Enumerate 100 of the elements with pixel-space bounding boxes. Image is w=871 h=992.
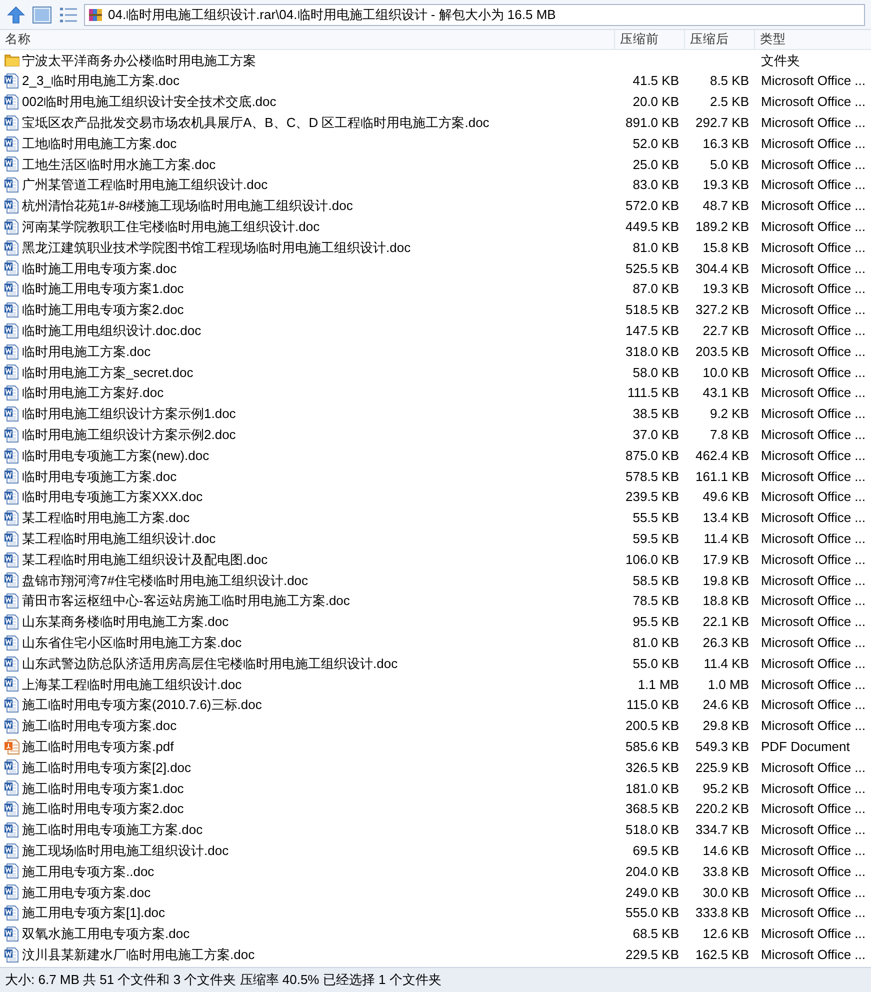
compressed-size: 19.8 KB — [702, 572, 749, 590]
file-name[interactable]: 临时用电专项施工方案(new).doc — [22, 446, 210, 466]
compressed-size: 2.5 KB — [710, 93, 749, 112]
column-header[interactable]: 压缩后 — [685, 30, 755, 49]
file-type: Microsoft Office ... — [761, 302, 866, 318]
word-document-icon — [4, 697, 20, 714]
column-header[interactable]: 压缩前 — [615, 30, 685, 49]
file-name[interactable]: 临时施工用电专项方案1.doc — [22, 279, 184, 299]
word-document-icon — [4, 136, 20, 152]
file-name[interactable]: 某工程临时用电施工组织设计及配电图.doc — [22, 550, 268, 570]
word-document-icon — [4, 676, 20, 692]
original-size: 20.0 KB — [632, 93, 679, 112]
original-size: 58.5 KB — [632, 572, 679, 590]
file-name[interactable]: 临时用电施工方案好.doc — [22, 383, 164, 403]
compressed-size: 18.8 KB — [702, 592, 749, 610]
word-document-icon — [4, 656, 20, 672]
file-name[interactable]: 临时用电施工方案.doc — [22, 342, 151, 362]
file-name[interactable]: 施工临时用电专项施工方案.doc — [22, 820, 203, 840]
file-name[interactable]: 2_3_临时用电施工方案.doc — [22, 71, 180, 91]
word-document-icon — [4, 842, 20, 859]
file-type: Microsoft Office ... — [761, 281, 866, 296]
word-document-icon — [4, 344, 20, 360]
original-size: 518.0 KB — [626, 821, 679, 840]
file-name[interactable]: 盘锦市翔河湾7#住宅楼临时用电施工组织设计.doc — [22, 570, 308, 590]
file-type: Microsoft Office ... — [761, 385, 866, 400]
original-size: 1.1 MB — [638, 676, 679, 694]
file-name[interactable]: 临时用电施工组织设计方案示例1.doc — [22, 404, 236, 424]
original-size: 115.0 KB — [626, 696, 679, 714]
file-name[interactable]: 汶川县某新建水厂临时用电施工方案.doc — [22, 944, 255, 964]
file-name[interactable]: 山东武警边防总队济适用房高层住宅楼临时用电施工组织设计.doc — [22, 654, 398, 674]
file-name[interactable]: 工地生活区临时用水施工方案.doc — [22, 154, 216, 174]
compressed-size: 95.2 KB — [702, 780, 749, 798]
file-name[interactable]: 临时施工用电专项方案.doc — [22, 258, 177, 278]
file-name[interactable]: 施工用电专项方案[1].doc — [22, 903, 166, 923]
file-name[interactable]: 临时施工用电组织设计.doc.doc — [22, 321, 202, 340]
file-name[interactable]: 广州某管道工程临时用电施工组织设计.doc — [22, 175, 268, 195]
compressed-size: 7.8 KB — [710, 426, 749, 444]
original-size: 58.0 KB — [632, 364, 679, 382]
word-document-icon — [4, 530, 20, 547]
file-name[interactable]: 宁波太平洋商务办公楼临时用电施工方案 — [22, 50, 256, 70]
file-name[interactable]: 工地临时用电施工方案.doc — [22, 134, 177, 154]
file-name[interactable]: 施工用电专项方案.doc — [22, 882, 151, 902]
compressed-size: 225.9 KB — [696, 758, 749, 777]
file-name[interactable]: 临时用电施工方案_secret.doc — [22, 362, 194, 382]
file-type: Microsoft Office ... — [761, 115, 866, 130]
file-name[interactable]: 双氧水施工用电专项方案.doc — [22, 924, 190, 944]
original-size: 41.5 KB — [632, 72, 679, 90]
file-name[interactable]: 施工临时用电专项方案(2010.7.6)三标.doc — [22, 695, 262, 715]
file-name[interactable]: 某工程临时用电施工组织设计.doc — [22, 528, 216, 548]
address-bar[interactable]: 04.临时用电施工组织设计.rar\04.临时用电施工组织设计 - 解包大小为 16.5 MB — [84, 4, 865, 26]
column-header[interactable]: 类型 — [755, 30, 871, 49]
file-type: Microsoft Office ... — [761, 177, 866, 192]
word-document-icon — [4, 468, 20, 484]
file-name[interactable]: 临时用电专项施工方案XXX.doc — [22, 487, 203, 507]
word-document-icon — [4, 302, 20, 318]
word-document-icon — [4, 94, 20, 110]
original-size: 572.0 KB — [626, 197, 679, 216]
original-size: 368.5 KB — [626, 800, 679, 818]
column-header[interactable]: 名称 — [0, 30, 615, 49]
file-name[interactable]: 山东省住宅小区临时用电施工方案.doc — [22, 632, 242, 652]
file-name[interactable]: 施工临时用电专项方案2.doc — [22, 799, 184, 819]
original-size: 585.6 KB — [626, 738, 679, 756]
original-size: 81.0 KB — [632, 634, 679, 652]
file-name[interactable]: 莆田市客运枢纽中心-客运站房施工临时用电施工方案.doc — [22, 591, 350, 611]
file-type: Microsoft Office ... — [761, 801, 866, 816]
file-name[interactable]: 施工用电专项方案..doc — [22, 862, 154, 882]
file-type: Microsoft Office ... — [761, 344, 866, 359]
file-name[interactable]: 山东某商务楼临时用电施工方案.doc — [22, 612, 229, 632]
status-text: 大小: 6.7 MB 共 51 个文件和 3 个文件夹 压缩率 40.5% 已经选择 1 个文件夹 — [5, 971, 442, 990]
file-name[interactable]: 002临时用电施工组织设计安全技术交底.doc — [22, 92, 276, 112]
file-name[interactable]: 临时用电专项施工方案.doc — [22, 466, 177, 486]
original-size: 249.0 KB — [626, 884, 679, 902]
file-name[interactable]: 施工临时用电专项方案[2].doc — [22, 758, 192, 778]
file-type: Microsoft Office ... — [761, 634, 866, 650]
file-name[interactable]: 上海某工程临时用电施工组织设计.doc — [22, 674, 242, 694]
archive-icon — [88, 6, 104, 22]
file-type: 文件夹 — [761, 52, 800, 68]
pdf-document-icon — [4, 738, 20, 755]
original-size: 55.0 KB — [632, 654, 679, 673]
original-size: 83.0 KB — [632, 176, 679, 194]
file-name[interactable]: 河南某学院教职工住宅楼临时用电施工组织设计.doc — [22, 217, 320, 237]
list-view-icon[interactable] — [58, 6, 78, 24]
file-type: Microsoft Office ... — [761, 156, 866, 172]
file-name[interactable]: 黑龙江建筑职业技术学院图书馆工程现场临时用电施工组织设计.doc — [22, 238, 411, 258]
file-name[interactable]: 临时用电施工组织设计方案示例2.doc — [22, 424, 236, 444]
file-name[interactable]: 临时施工用电专项方案2.doc — [22, 300, 184, 320]
window-view-icon[interactable] — [32, 6, 52, 24]
file-name[interactable]: 杭州清怡花苑1#-8#楼施工现场临时用电施工组织设计.doc — [22, 196, 353, 216]
file-name[interactable]: 施工临时用电专项方案.doc — [22, 716, 177, 736]
file-name[interactable]: 施工现场临时用电施工组织设计.doc — [22, 840, 229, 860]
original-size: 229.5 KB — [626, 946, 679, 964]
file-type: Microsoft Office ... — [761, 884, 866, 900]
file-name[interactable]: 施工临时用电专项方案.pdf — [22, 736, 174, 756]
file-name[interactable]: 宝坻区农产品批发交易市场农机具展厅A、B、C、D 区工程临时用电施工方案.doc — [22, 113, 490, 133]
file-type: Microsoft Office ... — [761, 240, 866, 255]
file-name[interactable]: 某工程临时用电施工方案.doc — [22, 508, 190, 528]
file-name[interactable]: 施工临时用电专项方案1.doc — [22, 778, 184, 798]
up-arrow-icon[interactable] — [6, 4, 26, 24]
file-type: Microsoft Office ... — [761, 842, 866, 858]
file-type: Microsoft Office ... — [761, 260, 866, 276]
